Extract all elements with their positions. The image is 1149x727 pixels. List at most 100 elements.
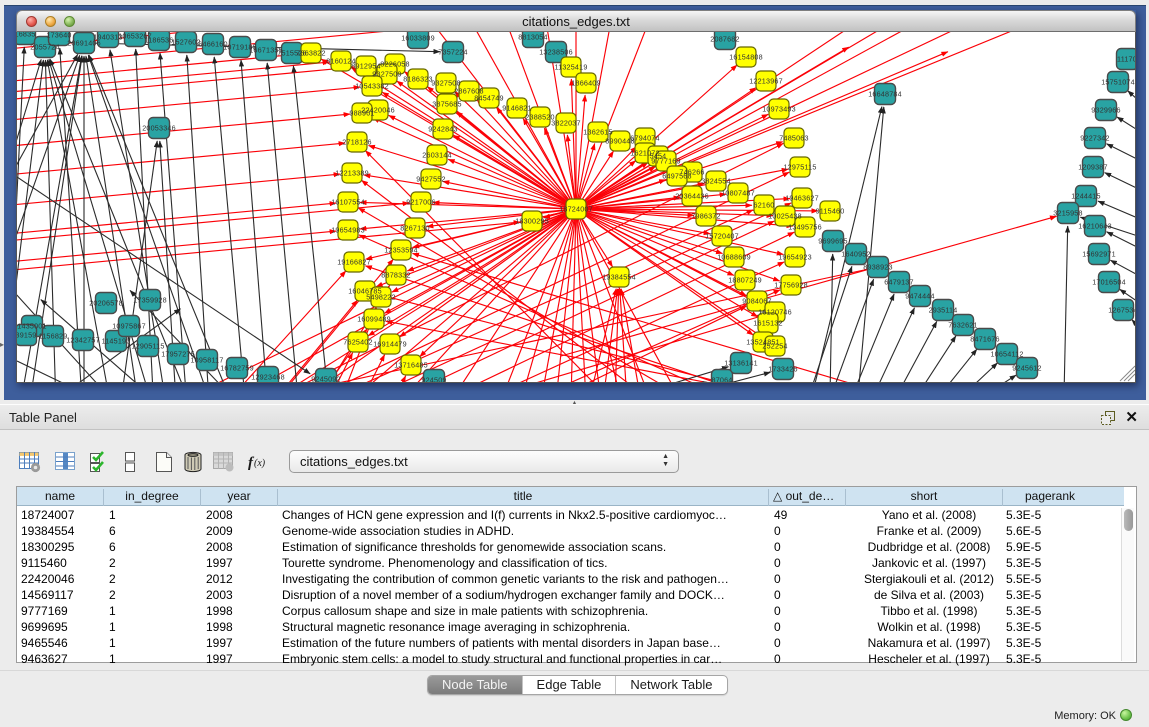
svg-text:7485063: 7485063 bbox=[779, 134, 808, 143]
svg-text:8878332: 8878332 bbox=[381, 271, 410, 280]
svg-text:988901: 988901 bbox=[349, 109, 374, 118]
svg-text:3824554: 3824554 bbox=[701, 177, 730, 186]
svg-text:8226058: 8226058 bbox=[380, 60, 409, 69]
svg-text:12923468: 12923468 bbox=[251, 373, 285, 382]
svg-text:1244415: 1244415 bbox=[1071, 192, 1100, 201]
svg-text:39159: 39159 bbox=[17, 331, 37, 340]
svg-text:7663822: 7663822 bbox=[296, 49, 325, 58]
svg-text:1527602: 1527602 bbox=[171, 38, 200, 47]
svg-text:87064: 87064 bbox=[712, 376, 733, 384]
svg-text:10807487: 10807487 bbox=[721, 189, 755, 198]
svg-text:16210643: 16210643 bbox=[1078, 222, 1112, 231]
svg-text:1362615: 1362615 bbox=[583, 128, 612, 137]
svg-text:6479137: 6479137 bbox=[884, 278, 913, 287]
svg-text:3875685: 3875685 bbox=[432, 100, 461, 109]
svg-text:9115460: 9115460 bbox=[816, 207, 845, 216]
svg-text:20053346: 20053346 bbox=[142, 124, 176, 133]
svg-text:15720407: 15720407 bbox=[705, 232, 739, 241]
svg-text:19463627: 19463627 bbox=[785, 194, 819, 203]
svg-text:20206578: 20206578 bbox=[89, 299, 123, 308]
svg-text:9217006: 9217006 bbox=[406, 198, 435, 207]
svg-text:8186323: 8186323 bbox=[403, 75, 432, 84]
svg-text:1209387: 1209387 bbox=[1078, 163, 1107, 172]
svg-text:1145193: 1145193 bbox=[102, 337, 131, 346]
svg-text:10025438: 10025438 bbox=[768, 212, 802, 221]
svg-text:1733426: 1733426 bbox=[768, 365, 797, 374]
svg-text:1615132: 1615132 bbox=[753, 319, 782, 328]
svg-text:2055724: 2055724 bbox=[30, 43, 59, 52]
svg-text:15692971: 15692971 bbox=[1082, 250, 1116, 259]
svg-text:18724007: 18724007 bbox=[559, 205, 593, 214]
svg-text:8813054: 8813054 bbox=[518, 33, 547, 42]
svg-text:62160: 62160 bbox=[754, 201, 775, 210]
svg-text:3215958: 3215958 bbox=[1053, 209, 1082, 218]
svg-text:3822037: 3822037 bbox=[551, 119, 580, 128]
svg-text:18807249: 18807249 bbox=[728, 276, 762, 285]
svg-text:9146821: 9146821 bbox=[502, 104, 531, 113]
svg-text:10958117: 10958117 bbox=[190, 356, 223, 365]
svg-text:8471676: 8471676 bbox=[970, 335, 999, 344]
svg-text:2603144: 2603144 bbox=[422, 151, 451, 160]
svg-text:18300295: 18300295 bbox=[515, 217, 549, 226]
svg-text:10975867: 10975867 bbox=[112, 322, 146, 331]
svg-text:1435001: 1435001 bbox=[17, 322, 46, 331]
svg-text:17756928: 17756928 bbox=[774, 281, 808, 290]
svg-text:13238506: 13238506 bbox=[539, 48, 573, 57]
svg-text:9329966: 9329966 bbox=[1091, 106, 1120, 115]
svg-text:9245092: 9245092 bbox=[311, 375, 340, 384]
svg-text:6497568: 6497568 bbox=[662, 172, 691, 181]
svg-text:1156829: 1156829 bbox=[39, 332, 68, 341]
svg-text:12975115: 12975115 bbox=[783, 163, 816, 172]
svg-text:16107554: 16107554 bbox=[331, 198, 365, 207]
svg-text:10973493: 10973493 bbox=[762, 105, 796, 114]
svg-text:16914479: 16914479 bbox=[373, 340, 407, 349]
svg-text:19654983: 19654983 bbox=[331, 226, 365, 235]
svg-text:924509: 924509 bbox=[421, 376, 446, 384]
svg-text:19166827: 19166827 bbox=[337, 258, 371, 267]
svg-text:7986372: 7986372 bbox=[691, 212, 720, 221]
svg-text:9427552: 9427552 bbox=[416, 175, 445, 184]
svg-text:17016504: 17016504 bbox=[1092, 278, 1126, 287]
svg-text:13136141: 13136141 bbox=[724, 359, 758, 368]
svg-text:2087682: 2087682 bbox=[710, 35, 739, 44]
svg-text:1186536: 1186536 bbox=[145, 36, 174, 45]
svg-text:7625402: 7625402 bbox=[343, 338, 372, 347]
svg-text:9084067: 9084067 bbox=[742, 297, 771, 306]
svg-text:12213967: 12213967 bbox=[749, 77, 783, 86]
svg-text:8454749: 8454749 bbox=[474, 94, 503, 103]
svg-text:12213389: 12213389 bbox=[335, 169, 369, 178]
svg-text:9227342: 9227342 bbox=[1080, 134, 1109, 143]
svg-text:16835: 16835 bbox=[17, 32, 36, 39]
svg-text:252254: 252254 bbox=[762, 342, 787, 351]
svg-text:8938923: 8938923 bbox=[863, 263, 892, 272]
svg-text:2935114: 2935114 bbox=[929, 306, 958, 315]
svg-text:19384554: 19384554 bbox=[602, 273, 636, 282]
svg-text:12353594: 12353594 bbox=[384, 246, 418, 255]
svg-text:16782759: 16782759 bbox=[220, 364, 254, 373]
svg-text:9242843: 9242843 bbox=[428, 125, 457, 134]
svg-text:9474444: 9474444 bbox=[905, 292, 934, 301]
svg-text:10654112: 10654112 bbox=[990, 350, 1023, 359]
svg-text:1640952: 1640952 bbox=[841, 250, 870, 259]
svg-text:16154808: 16154808 bbox=[729, 53, 763, 62]
svg-text:2718126: 2718126 bbox=[342, 138, 371, 147]
svg-text:11325419: 11325419 bbox=[554, 63, 587, 72]
svg-text:13495756: 13495756 bbox=[788, 223, 822, 232]
svg-text:2388520: 2388520 bbox=[525, 113, 554, 122]
svg-text:16120746: 16120746 bbox=[758, 308, 792, 317]
svg-text:10688609: 10688609 bbox=[717, 253, 751, 262]
svg-text:16648784: 16648784 bbox=[868, 90, 902, 99]
svg-text:20364436: 20364436 bbox=[675, 192, 709, 201]
svg-text:8267130: 8267130 bbox=[400, 224, 429, 233]
svg-text:15751074: 15751074 bbox=[1101, 78, 1135, 87]
svg-text:7632621: 7632621 bbox=[948, 321, 977, 330]
svg-text:17359928: 17359928 bbox=[133, 296, 167, 305]
svg-text:1267534: 1267534 bbox=[1108, 306, 1136, 315]
svg-text:9699695: 9699695 bbox=[818, 237, 847, 246]
svg-text:12905115: 12905115 bbox=[131, 342, 164, 351]
svg-text:5498222: 5498222 bbox=[366, 293, 395, 302]
svg-text:16099489: 16099489 bbox=[357, 315, 391, 324]
svg-text:1866409: 1866409 bbox=[571, 79, 600, 88]
svg-text:19654923: 19654923 bbox=[778, 253, 812, 262]
svg-text:10543382: 10543382 bbox=[355, 82, 389, 91]
